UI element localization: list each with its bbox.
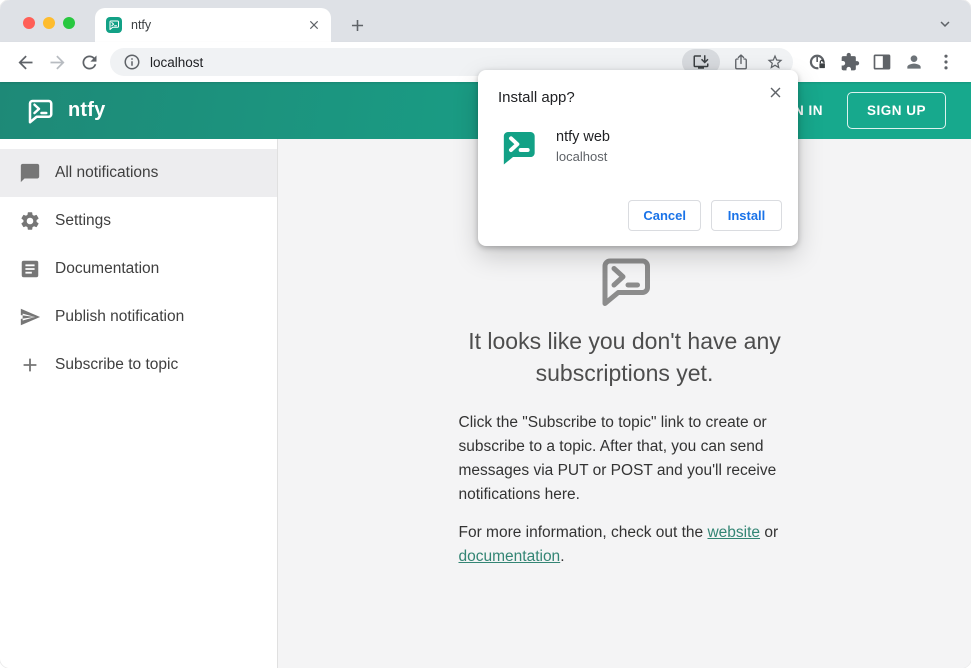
paragraph-text: For more information, check out the xyxy=(458,524,708,542)
close-window-button[interactable] xyxy=(23,17,35,29)
sidebar-item-publish-notification[interactable]: Publish notification xyxy=(0,293,277,341)
cancel-button[interactable]: Cancel xyxy=(628,200,701,231)
new-tab-plus-icon[interactable] xyxy=(345,13,369,37)
sidebar-item-documentation[interactable]: Documentation xyxy=(0,245,277,293)
browser-window: ntfy localhost ntfy IN SIGN UP All notif… xyxy=(0,0,971,668)
chat-bubble-icon xyxy=(19,162,41,184)
tab-title: ntfy xyxy=(131,18,152,32)
send-icon xyxy=(19,306,41,328)
empty-state-links-paragraph: For more information, check out the webs… xyxy=(459,521,791,569)
gear-icon xyxy=(19,210,41,232)
password-extension-icon[interactable] xyxy=(803,47,833,77)
side-panel-icon[interactable] xyxy=(867,47,897,77)
titlebar: ntfy xyxy=(0,0,971,42)
tab-strip-chevron-icon[interactable] xyxy=(935,14,955,34)
refresh-icon[interactable] xyxy=(74,47,104,77)
minimize-window-button[interactable] xyxy=(43,17,55,29)
dialog-app-row: ntfy web localhost xyxy=(498,127,782,167)
back-icon[interactable] xyxy=(10,47,40,77)
sidebar-item-all-notifications[interactable]: All notifications xyxy=(0,149,277,197)
sidebar-item-label: Subscribe to topic xyxy=(55,356,179,373)
url-text[interactable]: localhost xyxy=(150,55,674,70)
documentation-link[interactable]: documentation xyxy=(459,548,561,565)
paragraph-text: . xyxy=(560,548,565,566)
sign-up-button[interactable]: SIGN UP xyxy=(846,92,946,129)
dialog-app-name: ntfy web xyxy=(556,129,610,145)
zoom-window-button[interactable] xyxy=(63,17,75,29)
sidebar-item-label: Settings xyxy=(55,212,112,229)
install-app-dialog: Install app? ntfy web localhost Cancel I… xyxy=(478,70,798,246)
paragraph-text: or xyxy=(760,524,779,542)
profile-avatar-icon[interactable] xyxy=(899,47,929,77)
traffic-lights xyxy=(23,17,75,29)
empty-state-heading: It looks like you don't have any subscri… xyxy=(468,328,781,387)
ntfy-favicon-icon xyxy=(106,17,122,33)
browser-tab[interactable]: ntfy xyxy=(95,8,331,42)
dialog-app-origin: localhost xyxy=(556,149,608,164)
dialog-app-info: ntfy web localhost xyxy=(556,127,610,164)
extensions-puzzle-icon[interactable] xyxy=(835,47,865,77)
site-info-icon[interactable] xyxy=(122,49,142,75)
plus-icon xyxy=(19,354,41,376)
ntfy-empty-state-icon xyxy=(592,251,658,311)
sidebar-item-subscribe-to-topic[interactable]: Subscribe to topic xyxy=(0,341,277,389)
forward-icon[interactable] xyxy=(42,47,72,77)
website-link[interactable]: website xyxy=(707,524,760,541)
dialog-title: Install app? xyxy=(498,89,575,106)
dialog-close-icon[interactable] xyxy=(766,83,784,101)
ntfy-app-icon xyxy=(498,127,538,167)
sidebar-item-label: Documentation xyxy=(55,260,160,277)
install-button[interactable]: Install xyxy=(711,200,782,231)
sidebar-item-settings[interactable]: Settings xyxy=(0,197,277,245)
ntfy-logo-icon xyxy=(25,96,55,126)
menu-dots-icon[interactable] xyxy=(931,47,961,77)
sidebar: All notifications Settings Documentation… xyxy=(0,139,278,668)
sidebar-item-label: All notifications xyxy=(55,164,159,181)
sidebar-item-label: Publish notification xyxy=(55,308,185,325)
app-title: ntfy xyxy=(68,99,106,121)
document-icon xyxy=(19,258,41,280)
empty-state-paragraph: Click the "Subscribe to topic" link to c… xyxy=(458,414,777,504)
dialog-actions: Cancel Install xyxy=(628,200,782,231)
tab-close-icon[interactable] xyxy=(305,16,323,34)
